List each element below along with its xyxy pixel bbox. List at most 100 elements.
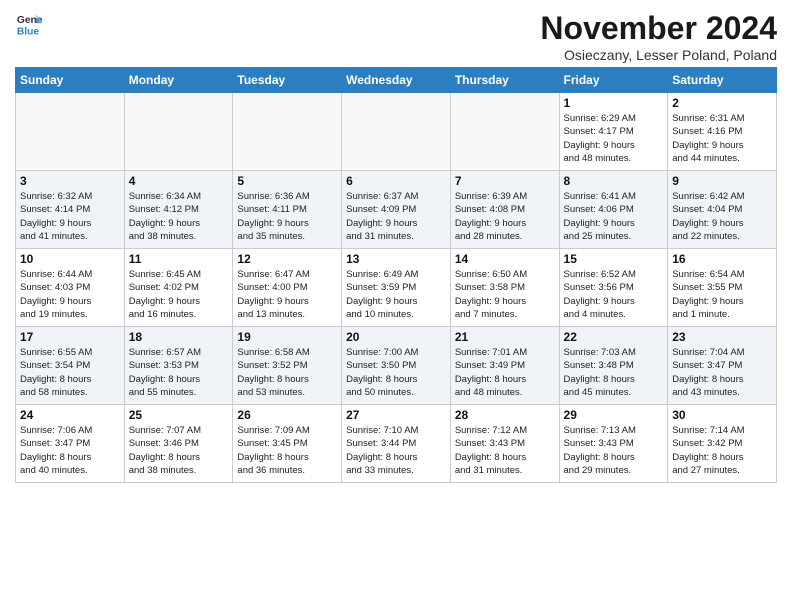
day-info: Sunrise: 7:06 AM Sunset: 3:47 PM Dayligh… [20, 424, 120, 477]
header-friday: Friday [559, 68, 668, 93]
table-row: 19Sunrise: 6:58 AM Sunset: 3:52 PM Dayli… [233, 327, 342, 405]
header-sunday: Sunday [16, 68, 125, 93]
day-info: Sunrise: 7:10 AM Sunset: 3:44 PM Dayligh… [346, 424, 446, 477]
table-row: 7 Sunrise: 6:39 AM Sunset: 4:08 PM Daylig… [450, 171, 559, 249]
day-number: 11 [129, 252, 229, 266]
month-title: November 2024 [540, 10, 777, 47]
day-number: 22 [564, 330, 664, 344]
table-row: 9 Sunrise: 6:42 AM Sunset: 4:04 PM Daylig… [668, 171, 777, 249]
day-info: Sunrise: 7:13 AM Sunset: 3:43 PM Dayligh… [564, 424, 664, 477]
table-row: 8Sunrise: 6:41 AM Sunset: 4:06 PM Daylig… [559, 171, 668, 249]
table-row: 24 Sunrise: 7:06 AM Sunset: 3:47 PM Dayli… [16, 405, 125, 483]
header-tuesday: Tuesday [233, 68, 342, 93]
table-row: 28Sunrise: 7:12 AM Sunset: 3:43 PM Dayli… [450, 405, 559, 483]
logo-icon: General Blue [15, 10, 43, 38]
table-row [450, 93, 559, 171]
table-row: 6Sunrise: 6:37 AM Sunset: 4:09 PM Daylig… [342, 171, 451, 249]
day-number: 14 [455, 252, 555, 266]
day-number: 3 [20, 174, 120, 188]
header-wednesday: Wednesday [342, 68, 451, 93]
day-info: Sunrise: 6:34 AM Sunset: 4:12 PM Dayligh… [129, 190, 229, 243]
table-row: 4 Sunrise: 6:34 AM Sunset: 4:12 PM Daylig… [124, 171, 233, 249]
day-info: Sunrise: 7:01 AM Sunset: 3:49 PM Dayligh… [455, 346, 555, 399]
table-row: 5Sunrise: 6:36 AM Sunset: 4:11 PM Daylig… [233, 171, 342, 249]
table-row: 3 Sunrise: 6:32 AM Sunset: 4:14 PM Daylig… [16, 171, 125, 249]
day-number: 16 [672, 252, 772, 266]
table-row: 1Sunrise: 6:29 AM Sunset: 4:17 PM Daylig… [559, 93, 668, 171]
table-row: 21 Sunrise: 7:01 AM Sunset: 3:49 PM Dayli… [450, 327, 559, 405]
day-info: Sunrise: 6:57 AM Sunset: 3:53 PM Dayligh… [129, 346, 229, 399]
table-row [342, 93, 451, 171]
day-info: Sunrise: 6:32 AM Sunset: 4:14 PM Dayligh… [20, 190, 120, 243]
day-info: Sunrise: 6:55 AM Sunset: 3:54 PM Dayligh… [20, 346, 120, 399]
day-number: 23 [672, 330, 772, 344]
table-row: 29 Sunrise: 7:13 AM Sunset: 3:43 PM Dayli… [559, 405, 668, 483]
location: Osieczany, Lesser Poland, Poland [540, 47, 777, 63]
day-number: 12 [237, 252, 337, 266]
table-row: 27Sunrise: 7:10 AM Sunset: 3:44 PM Dayli… [342, 405, 451, 483]
calendar-week-row: 1Sunrise: 6:29 AM Sunset: 4:17 PM Daylig… [16, 93, 777, 171]
day-number: 5 [237, 174, 337, 188]
table-row: 16Sunrise: 6:54 AM Sunset: 3:55 PM Dayli… [668, 249, 777, 327]
day-info: Sunrise: 6:52 AM Sunset: 3:56 PM Dayligh… [564, 268, 664, 321]
day-number: 28 [455, 408, 555, 422]
header-monday: Monday [124, 68, 233, 93]
table-row [124, 93, 233, 171]
day-info: Sunrise: 7:00 AM Sunset: 3:50 PM Dayligh… [346, 346, 446, 399]
table-row: 22 Sunrise: 7:03 AM Sunset: 3:48 PM Dayli… [559, 327, 668, 405]
day-info: Sunrise: 6:39 AM Sunset: 4:08 PM Dayligh… [455, 190, 555, 243]
table-row: 30Sunrise: 7:14 AM Sunset: 3:42 PM Dayli… [668, 405, 777, 483]
day-number: 2 [672, 96, 772, 110]
day-number: 1 [564, 96, 664, 110]
table-row: 13 Sunrise: 6:49 AM Sunset: 3:59 PM Dayli… [342, 249, 451, 327]
day-info: Sunrise: 6:47 AM Sunset: 4:00 PM Dayligh… [237, 268, 337, 321]
day-info: Sunrise: 6:31 AM Sunset: 4:16 PM Dayligh… [672, 112, 772, 165]
day-number: 8 [564, 174, 664, 188]
day-number: 19 [237, 330, 337, 344]
calendar-week-row: 17 Sunrise: 6:55 AM Sunset: 3:54 PM Dayli… [16, 327, 777, 405]
day-number: 9 [672, 174, 772, 188]
day-number: 21 [455, 330, 555, 344]
day-info: Sunrise: 6:42 AM Sunset: 4:04 PM Dayligh… [672, 190, 772, 243]
day-number: 13 [346, 252, 446, 266]
day-info: Sunrise: 7:09 AM Sunset: 3:45 PM Dayligh… [237, 424, 337, 477]
table-row [233, 93, 342, 171]
day-info: Sunrise: 7:07 AM Sunset: 3:46 PM Dayligh… [129, 424, 229, 477]
table-row: 2 Sunrise: 6:31 AM Sunset: 4:16 PM Daylig… [668, 93, 777, 171]
table-row: 12 Sunrise: 6:47 AM Sunset: 4:00 PM Dayli… [233, 249, 342, 327]
table-row: 17 Sunrise: 6:55 AM Sunset: 3:54 PM Dayli… [16, 327, 125, 405]
table-row [16, 93, 125, 171]
svg-text:Blue: Blue [17, 26, 40, 37]
day-number: 7 [455, 174, 555, 188]
header-saturday: Saturday [668, 68, 777, 93]
day-info: Sunrise: 7:04 AM Sunset: 3:47 PM Dayligh… [672, 346, 772, 399]
day-info: Sunrise: 6:44 AM Sunset: 4:03 PM Dayligh… [20, 268, 120, 321]
day-number: 17 [20, 330, 120, 344]
day-number: 10 [20, 252, 120, 266]
day-number: 29 [564, 408, 664, 422]
calendar-week-row: 10 Sunrise: 6:44 AM Sunset: 4:03 PM Dayli… [16, 249, 777, 327]
table-row: 10 Sunrise: 6:44 AM Sunset: 4:03 PM Dayli… [16, 249, 125, 327]
calendar-body: 1Sunrise: 6:29 AM Sunset: 4:17 PM Daylig… [16, 93, 777, 483]
day-number: 18 [129, 330, 229, 344]
calendar-container: General Blue November 2024 Osieczany, Le… [0, 0, 792, 493]
day-info: Sunrise: 7:14 AM Sunset: 3:42 PM Dayligh… [672, 424, 772, 477]
logo: General Blue [15, 10, 43, 38]
day-number: 15 [564, 252, 664, 266]
day-info: Sunrise: 6:45 AM Sunset: 4:02 PM Dayligh… [129, 268, 229, 321]
day-number: 4 [129, 174, 229, 188]
day-number: 26 [237, 408, 337, 422]
day-number: 24 [20, 408, 120, 422]
day-info: Sunrise: 7:03 AM Sunset: 3:48 PM Dayligh… [564, 346, 664, 399]
calendar-week-row: 3 Sunrise: 6:32 AM Sunset: 4:14 PM Daylig… [16, 171, 777, 249]
day-info: Sunrise: 6:49 AM Sunset: 3:59 PM Dayligh… [346, 268, 446, 321]
day-info: Sunrise: 6:37 AM Sunset: 4:09 PM Dayligh… [346, 190, 446, 243]
header: General Blue November 2024 Osieczany, Le… [15, 10, 777, 63]
table-row: 23 Sunrise: 7:04 AM Sunset: 3:47 PM Dayli… [668, 327, 777, 405]
header-thursday: Thursday [450, 68, 559, 93]
title-area: November 2024 Osieczany, Lesser Poland, … [540, 10, 777, 63]
weekday-header-row: Sunday Monday Tuesday Wednesday Thursday… [16, 68, 777, 93]
table-row: 26 Sunrise: 7:09 AM Sunset: 3:45 PM Dayli… [233, 405, 342, 483]
day-number: 25 [129, 408, 229, 422]
table-row: 15 Sunrise: 6:52 AM Sunset: 3:56 PM Dayli… [559, 249, 668, 327]
